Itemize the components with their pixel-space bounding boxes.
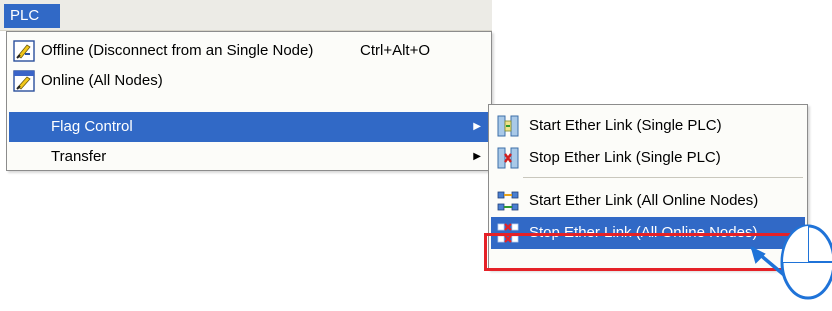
click-indicator [750, 224, 832, 300]
mouse-icon [780, 224, 832, 300]
